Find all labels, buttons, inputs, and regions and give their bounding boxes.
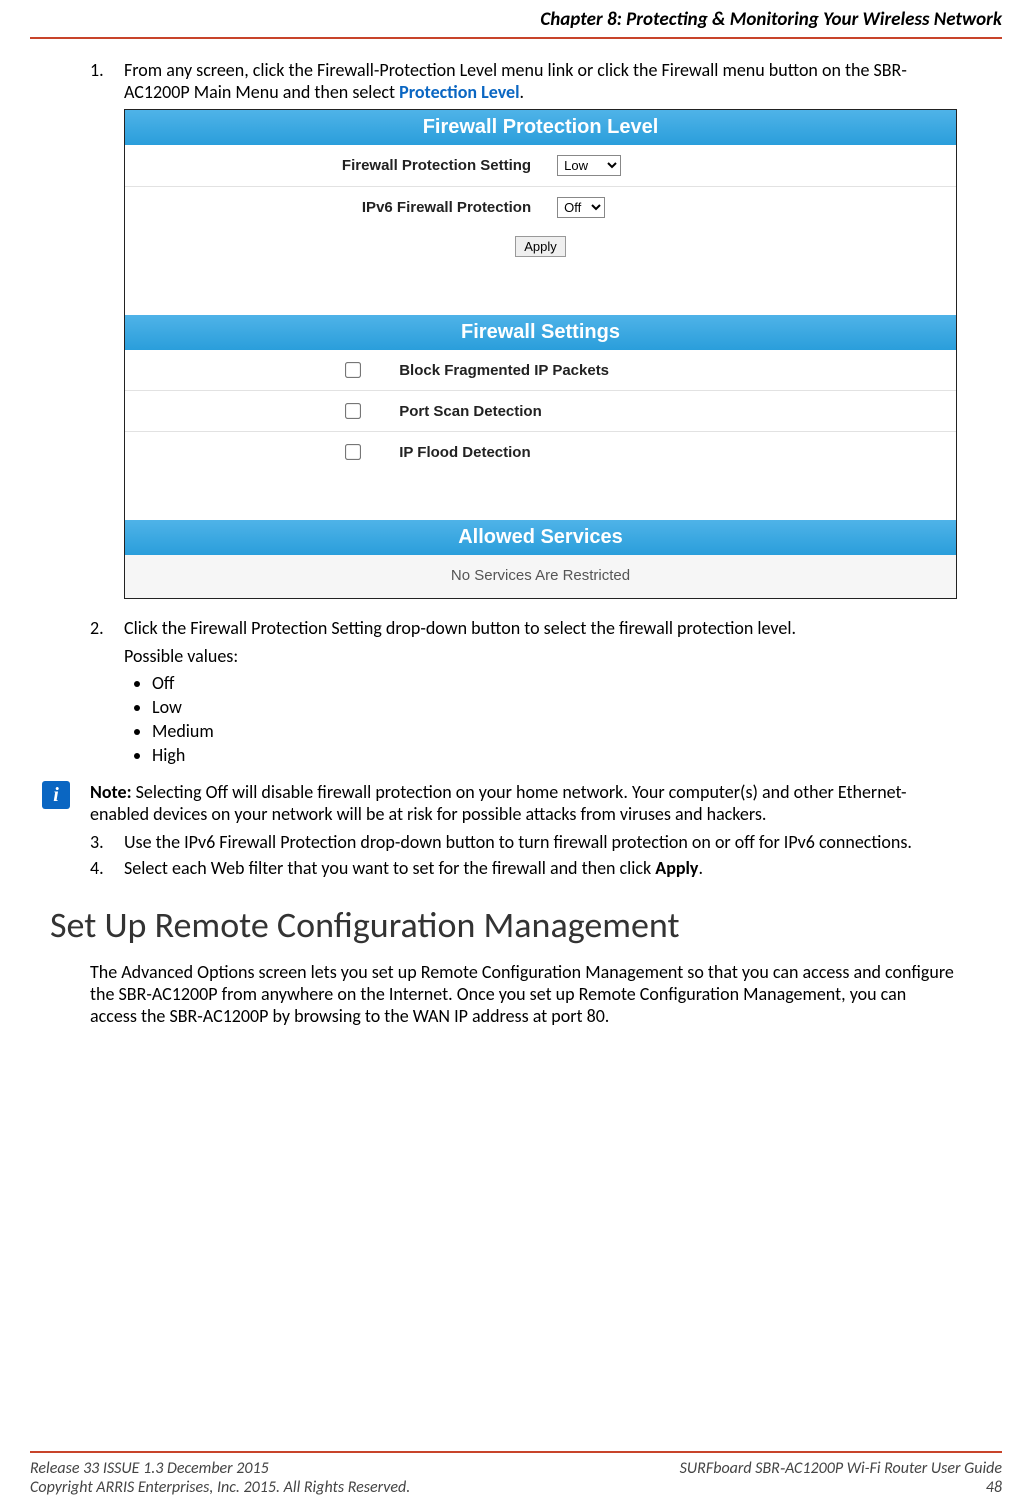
remote-config-paragraph: The Advanced Options screen lets you set… xyxy=(90,961,957,1027)
step-4-text-a: Select each Web filter that you want to … xyxy=(124,857,655,879)
note-block: i Note: Selecting Off will disable firew… xyxy=(42,781,957,825)
port-scan-label: Port Scan Detection xyxy=(399,403,542,420)
step-2: 2. Click the Firewall Protection Setting… xyxy=(90,617,957,777)
info-icon: i xyxy=(42,781,70,809)
firewall-setting-select[interactable]: Low xyxy=(557,155,621,176)
step-1: 1. From any screen, click the Firewall-P… xyxy=(90,59,957,613)
step-4-num: 4. xyxy=(90,857,124,879)
allowed-services-title: Allowed Services xyxy=(125,520,956,555)
port-scan-checkbox[interactable] xyxy=(345,403,361,419)
possible-values-label: Possible values: xyxy=(124,645,957,667)
footer-page-number: 48 xyxy=(680,1478,1002,1497)
footer-release: Release 33 ISSUE 1.3 December 2015 xyxy=(30,1459,410,1478)
bullet-low: Low xyxy=(152,695,957,719)
footer-copyright: Copyright ARRIS Enterprises, Inc. 2015. … xyxy=(30,1478,410,1497)
ip-flood-label: IP Flood Detection xyxy=(399,444,530,461)
apply-button[interactable]: Apply xyxy=(515,236,566,257)
section-heading-remote-config: Set Up Remote Configuration Management xyxy=(50,903,957,947)
step-3: 3. Use the IPv6 Firewall Protection drop… xyxy=(90,831,957,853)
ipv6-firewall-select[interactable]: Off xyxy=(557,197,605,218)
allowed-services-message: No Services Are Restricted xyxy=(125,555,956,598)
step-3-num: 3. xyxy=(90,831,124,853)
values-bullet-list: Off Low Medium High xyxy=(124,671,957,767)
router-screenshot: Firewall Protection Level Firewall Prote… xyxy=(124,109,957,599)
apply-bold: Apply xyxy=(655,857,698,879)
firewall-settings-title: Firewall Settings xyxy=(125,315,956,350)
step-2-text: Click the Firewall Protection Setting dr… xyxy=(124,617,796,639)
ipv6-firewall-label: IPv6 Firewall Protection xyxy=(125,199,557,216)
step-2-num: 2. xyxy=(90,617,124,777)
bullet-high: High xyxy=(152,743,957,767)
note-text: Selecting Off will disable firewall prot… xyxy=(90,781,907,825)
bullet-off: Off xyxy=(152,671,957,695)
ip-flood-checkbox[interactable] xyxy=(345,444,361,460)
block-fragmented-checkbox[interactable] xyxy=(345,362,361,378)
block-fragmented-label: Block Fragmented IP Packets xyxy=(399,362,609,379)
firewall-protection-level-title: Firewall Protection Level xyxy=(125,110,956,145)
footer-guide-title: SURFboard SBR‑AC1200P Wi-Fi Router User … xyxy=(680,1459,1002,1478)
step-1-body: From any screen, click the Firewall-Prot… xyxy=(124,59,957,613)
chapter-header: Chapter 8: Protecting & Monitoring Your … xyxy=(30,0,1002,39)
page-footer: Release 33 ISSUE 1.3 December 2015 Copyr… xyxy=(30,1451,1002,1497)
note-label: Note: xyxy=(90,781,132,803)
step-3-text: Use the IPv6 Firewall Protection drop-do… xyxy=(124,831,957,853)
bullet-medium: Medium xyxy=(152,719,957,743)
step-4: 4. Select each Web filter that you want … xyxy=(90,857,957,879)
step-1-num: 1. xyxy=(90,59,124,613)
step-1-text-b: . xyxy=(520,81,525,103)
firewall-setting-label: Firewall Protection Setting xyxy=(125,157,557,174)
protection-level-link[interactable]: Protection Level xyxy=(399,81,519,103)
step-4-text-b: . xyxy=(698,857,703,879)
